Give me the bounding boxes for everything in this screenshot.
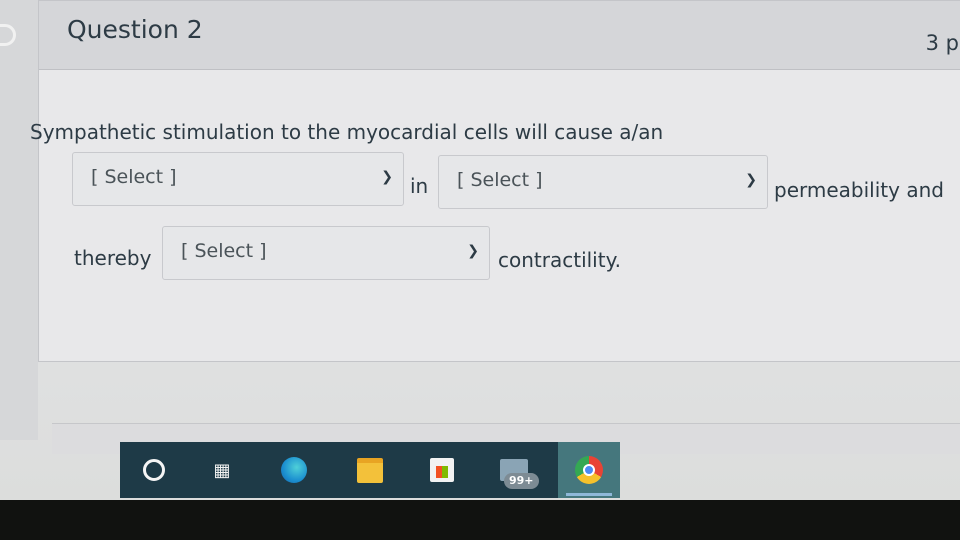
question-prompt: Sympathetic stimulation to the myocardia… [30, 120, 664, 144]
chevron-down-icon: ❯ [745, 172, 757, 188]
screen: Question 2 3 p Sympathetic stimulation t… [0, 0, 960, 500]
dropdown-1-selected: [ Select ] [91, 166, 177, 188]
answer-dropdown-3[interactable]: [ Select ] ❯ [162, 226, 490, 280]
answer-dropdown-1[interactable]: [ Select ] ❯ [72, 152, 404, 206]
chevron-down-icon: ❯ [467, 243, 479, 259]
question-title: Question 2 [67, 15, 203, 44]
dropdown-2-selected: [ Select ] [457, 169, 543, 191]
mail-badge: 99+ [504, 473, 539, 489]
edge-icon[interactable] [280, 456, 308, 484]
store-icon[interactable] [428, 456, 456, 484]
text-in: in [410, 174, 429, 198]
task-view-icon[interactable]: ▦ [208, 456, 236, 484]
dropdown-3-selected: [ Select ] [181, 240, 267, 262]
monitor-bezel [0, 500, 960, 540]
text-permeability: permeability and [774, 178, 944, 202]
chrome-icon [575, 456, 603, 484]
text-contractility: contractility. [498, 248, 621, 272]
text-thereby: thereby [74, 246, 152, 270]
left-sidebar-strip [0, 0, 38, 440]
collapse-toggle-icon[interactable] [0, 24, 16, 46]
question-header: Question 2 3 p [39, 1, 960, 70]
chevron-down-icon: ❯ [381, 169, 393, 185]
question-points: 3 p [925, 31, 959, 55]
cortana-icon[interactable] [140, 456, 168, 484]
answer-dropdown-2[interactable]: [ Select ] ❯ [438, 155, 768, 209]
taskbar: ▦ [120, 442, 620, 498]
chrome-taskbar-button[interactable] [558, 442, 620, 498]
file-explorer-icon[interactable] [356, 456, 384, 484]
active-indicator [566, 493, 612, 496]
